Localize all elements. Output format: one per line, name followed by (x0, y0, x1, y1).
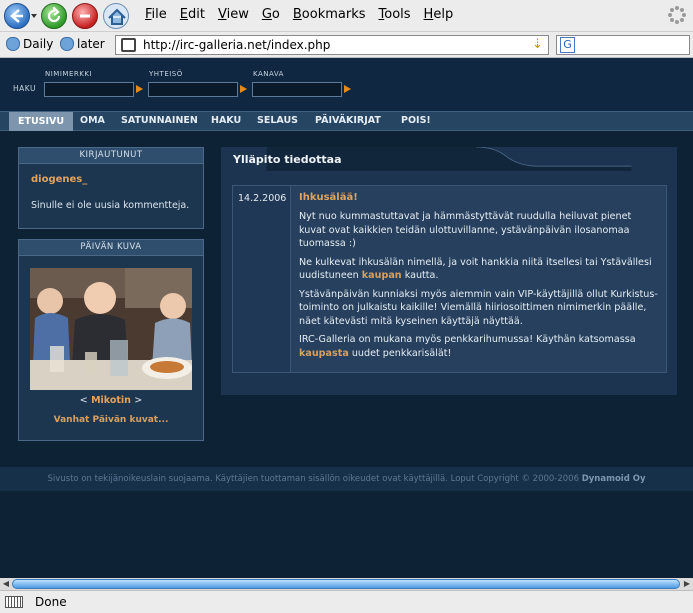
text-span: uudet penkkarisälät! (348, 347, 452, 359)
prev-photo-button[interactable]: < (80, 395, 88, 406)
scroll-left-icon[interactable]: ◀ (0, 578, 12, 590)
photo-box-title: PÄIVÄN KUVA (19, 240, 203, 256)
scroll-right-icon[interactable]: ▶ (681, 578, 693, 590)
nav-pois[interactable]: POIS! (401, 115, 431, 126)
channel-search-go-icon[interactable] (344, 85, 351, 93)
reload-button[interactable] (41, 3, 67, 29)
url-text: http://irc-galleria.net/index.php (143, 38, 331, 52)
menu-bookmarks[interactable]: Bookmarks (293, 7, 366, 22)
nick-search-input[interactable] (44, 82, 134, 97)
search-input[interactable]: G (556, 35, 690, 55)
bookmark-daily[interactable]: Daily (6, 37, 53, 51)
site-header: NIMIMERKKI YHTEISÖ KANAVA HAKU (0, 58, 693, 112)
photo-of-day-image[interactable] (30, 268, 192, 390)
photo-caption: < Mikotin > (19, 395, 203, 406)
announcement-content: Ihkusälää! Nyt nuo kummastuttavat ja häm… (299, 192, 659, 365)
field-label-nick: NIMIMERKKI (45, 70, 92, 78)
announcement-paragraph: Ystävänpäivän kunniaksi myös aiemmin vai… (299, 288, 658, 327)
nick-search-go-icon[interactable] (136, 85, 143, 93)
announcement-date: 14.2.2006 (233, 186, 291, 372)
comments-message: Sinulle ei ole uusia kommentteja. (31, 200, 190, 211)
nav-selaus[interactable]: SELAUS (257, 115, 298, 126)
site-footer: Sivusto on tekijänoikeuslain suojaama. K… (0, 467, 693, 491)
bookmark-icon (60, 37, 74, 51)
announcement-entry: 14.2.2006 Ihkusälää! Nyt nuo kummastutta… (232, 185, 667, 373)
nav-etusivu[interactable]: ETUSIVU (9, 112, 74, 131)
back-button[interactable] (4, 3, 30, 29)
login-box-title: KIRJAUTUNUT (19, 148, 203, 164)
photo-author-link[interactable]: Mikotin (91, 395, 131, 406)
nav-satunnainen[interactable]: SATUNNAINEN (121, 115, 198, 126)
search-label: HAKU (13, 84, 36, 93)
home-button[interactable] (103, 3, 129, 29)
community-search-go-icon[interactable] (240, 85, 247, 93)
menu-help[interactable]: Help (424, 7, 454, 22)
bookmark-label: later (77, 37, 105, 51)
go-arrow-icon[interactable]: ⇣ (532, 37, 543, 52)
text-span: Ne kulkevat ihkusälän nimellä, ja voit h… (299, 256, 652, 282)
home-icon (108, 8, 126, 25)
field-label-community: YHTEISÖ (149, 70, 183, 78)
main-nav: ETUSIVU OMA SATUNNAINEN HAKU SELAUS PÄIV… (0, 111, 693, 131)
footer-text: Sivusto on tekijänoikeuslain suojaama. K… (47, 474, 582, 484)
status-text: Done (35, 595, 67, 609)
menu-edit[interactable]: Edit (180, 7, 205, 22)
login-box: KIRJAUTUNUT diogenes_ Sinulle ei ole uus… (18, 147, 204, 229)
site-favicon-icon (121, 38, 136, 52)
announcement-panel: Ylläpito tiedottaa 14.2.2006 Ihkusälää! … (221, 147, 677, 395)
back-history-dropdown-icon[interactable] (31, 14, 37, 18)
text-span: IRC-Galleria on mukana myös penkkarihumu… (299, 334, 636, 345)
bookmark-icon (6, 37, 20, 51)
announcement-heading: Ihkusälää! (299, 192, 358, 203)
channel-search-input[interactable] (252, 82, 342, 97)
nav-haku[interactable]: HAKU (211, 115, 241, 126)
text-span: kautta. (401, 270, 439, 281)
back-arrow-icon (10, 9, 23, 23)
scrollbar-thumb[interactable] (12, 579, 680, 589)
announcement-paragraph: Ne kulkevat ihkusälän nimellä, ja voit h… (299, 256, 659, 283)
reload-icon (47, 7, 61, 23)
throbber-icon (667, 5, 687, 25)
next-photo-button[interactable]: > (134, 395, 142, 406)
status-bar: Done (0, 590, 693, 613)
company-link[interactable]: Dynamoid Oy (582, 474, 646, 484)
older-photos-link[interactable]: Vanhat Päivän kuvat... (19, 415, 203, 425)
browser-window: File Edit View Go Bookmarks Tools Help D… (0, 0, 693, 613)
username-link[interactable]: diogenes_ (31, 174, 87, 185)
menu-go[interactable]: Go (262, 7, 280, 22)
shop-link[interactable]: kaupasta (299, 348, 349, 359)
announcement-title: Ylläpito tiedottaa (233, 153, 342, 166)
location-toolbar: Daily later http://irc-galleria.net/inde… (0, 32, 693, 58)
menu-bar: File Edit View Go Bookmarks Tools Help (145, 7, 466, 22)
web-page: NIMIMERKKI YHTEISÖ KANAVA HAKU ETUSIVU O… (0, 58, 693, 578)
bookmark-later[interactable]: later (60, 37, 105, 51)
sidebar-toggle-icon[interactable] (5, 596, 23, 608)
community-search-input[interactable] (148, 82, 238, 97)
menu-view[interactable]: View (218, 7, 249, 22)
nav-oma[interactable]: OMA (80, 115, 105, 126)
nav-paivakirjat[interactable]: PÄIVÄKIRJAT (315, 115, 381, 126)
announcement-paragraph: IRC-Galleria on mukana myös penkkarihumu… (299, 333, 659, 360)
horizontal-scrollbar[interactable]: ◀ ▶ (0, 578, 693, 590)
stop-icon (80, 14, 90, 18)
menu-tools[interactable]: Tools (379, 7, 411, 22)
stop-button[interactable] (72, 3, 98, 29)
browser-toolbar: File Edit View Go Bookmarks Tools Help (0, 0, 693, 32)
google-search-icon[interactable]: G (560, 37, 575, 53)
field-label-channel: KANAVA (253, 70, 284, 78)
photo-of-day-box: PÄIVÄN KUVA < Mikotin > Vanhat Päivän ku… (18, 239, 204, 441)
announcement-paragraph: Nyt nuo kummastuttavat ja hämmästyttävät… (299, 211, 632, 249)
url-input[interactable]: http://irc-galleria.net/index.php ⇣ (115, 35, 549, 55)
menu-file[interactable]: File (145, 7, 167, 22)
bookmark-label: Daily (23, 37, 54, 51)
shop-link[interactable]: kaupan (362, 270, 402, 281)
